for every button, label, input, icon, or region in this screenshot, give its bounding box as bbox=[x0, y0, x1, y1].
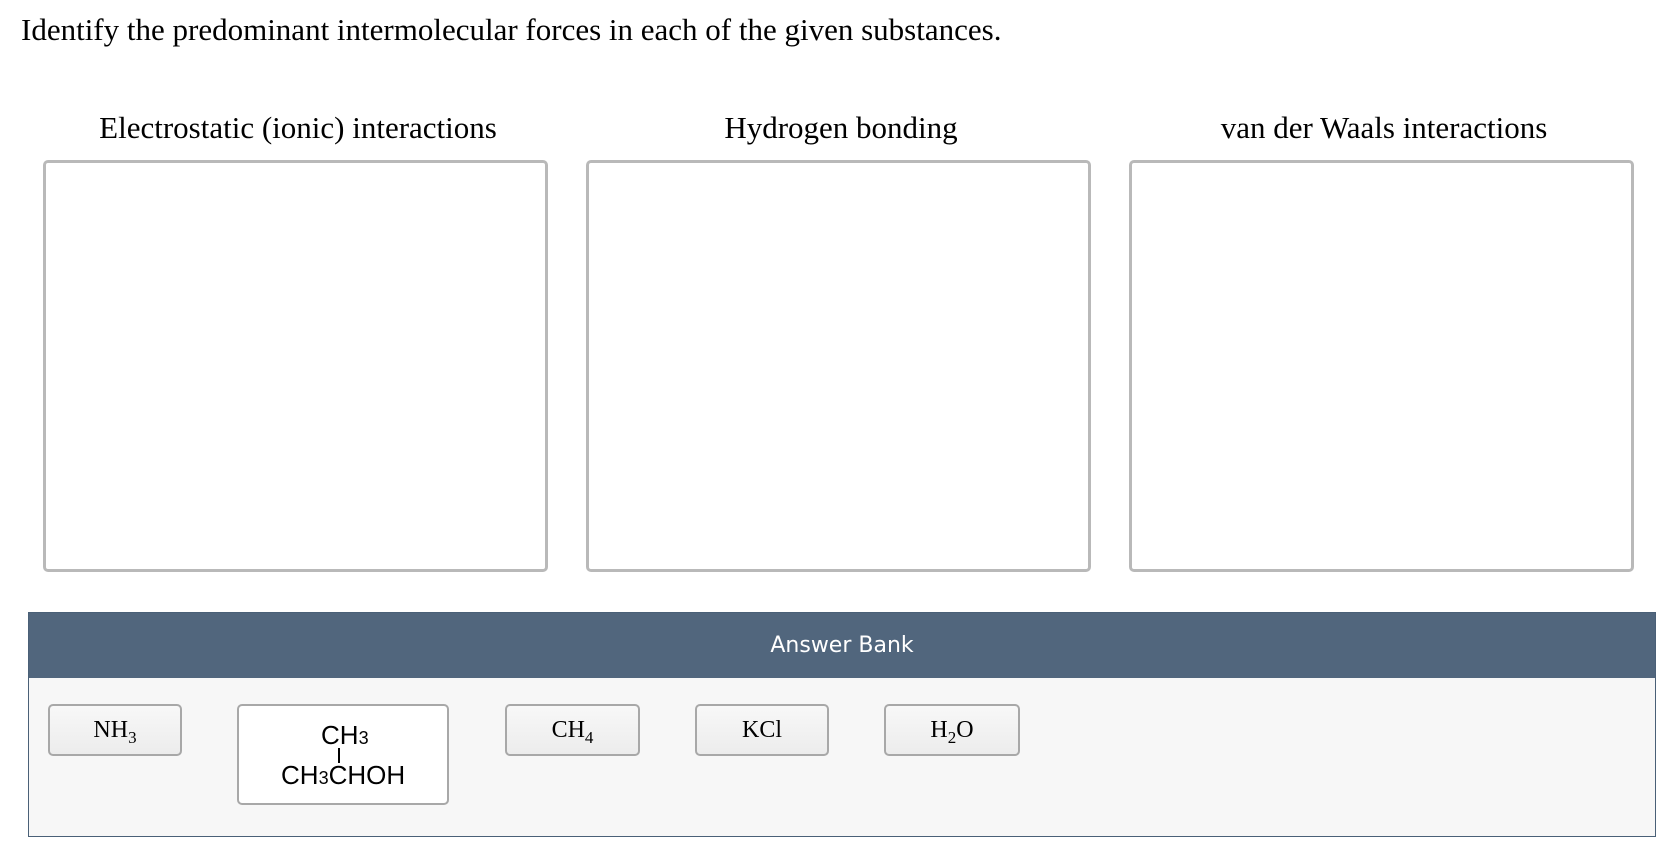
answer-chip-nh3[interactable]: NH3 bbox=[48, 704, 182, 756]
chip-formula: CH4 bbox=[551, 716, 594, 747]
bin-header-hydrogen-bonding: Hydrogen bonding bbox=[724, 110, 958, 145]
answer-chip-isopropanol[interactable]: CH3 CH3CHOH bbox=[237, 704, 449, 805]
bin-header-electrostatic: Electrostatic (ionic) interactions bbox=[99, 110, 497, 145]
answer-chip-h2o[interactable]: H2O bbox=[884, 704, 1020, 756]
drop-zone-hydrogen-bonding[interactable] bbox=[586, 160, 1091, 572]
chip-formula: NH3 bbox=[93, 716, 137, 747]
structure-bottom-chain: CH3CHOH bbox=[281, 760, 406, 790]
chip-formula: KCl bbox=[741, 716, 782, 743]
answer-chip-kcl[interactable]: KCl bbox=[695, 704, 829, 756]
bin-header-van-der-waals: van der Waals interactions bbox=[1220, 110, 1548, 145]
drop-zone-van-der-waals[interactable] bbox=[1129, 160, 1634, 572]
question-prompt: Identify the predominant intermolecular … bbox=[21, 12, 1002, 47]
answer-chip-ch4[interactable]: CH4 bbox=[505, 704, 640, 756]
drop-zone-electrostatic[interactable] bbox=[43, 160, 548, 572]
structure-top-group: CH3 bbox=[321, 720, 369, 750]
isopropanol-structure: CH3 CH3CHOH bbox=[253, 712, 433, 797]
chip-formula: H2O bbox=[930, 716, 974, 747]
answer-bank-title: Answer Bank bbox=[29, 613, 1655, 678]
